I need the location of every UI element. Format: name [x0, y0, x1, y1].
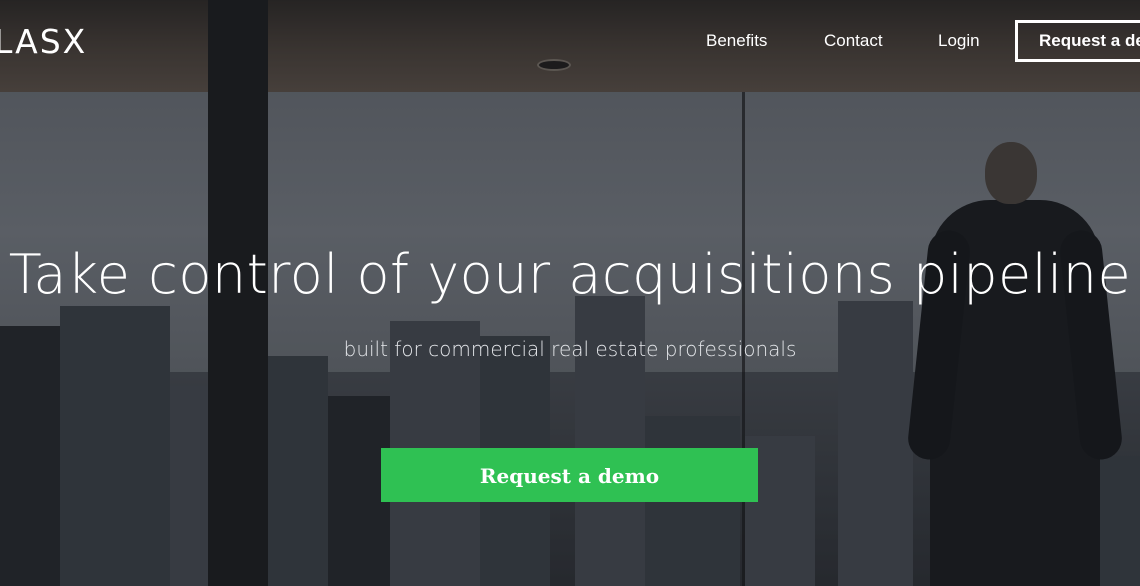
nav-link-contact[interactable]: Contact	[824, 31, 883, 51]
nav-link-login[interactable]: Login	[938, 31, 980, 51]
nav-link-benefits[interactable]: Benefits	[706, 31, 767, 51]
hero-headline: Take control of your acquisitions pipeli…	[8, 243, 1132, 306]
request-demo-button[interactable]: Request a demo	[381, 448, 758, 502]
hero-subheadline: built for commercial real estate profess…	[343, 337, 797, 361]
nav-request-demo-button[interactable]: Request a demo	[1015, 20, 1140, 62]
brand-logo[interactable]: LASX	[0, 22, 87, 61]
hero-section: LASX Benefits Contact Login Request a de…	[0, 0, 1140, 586]
